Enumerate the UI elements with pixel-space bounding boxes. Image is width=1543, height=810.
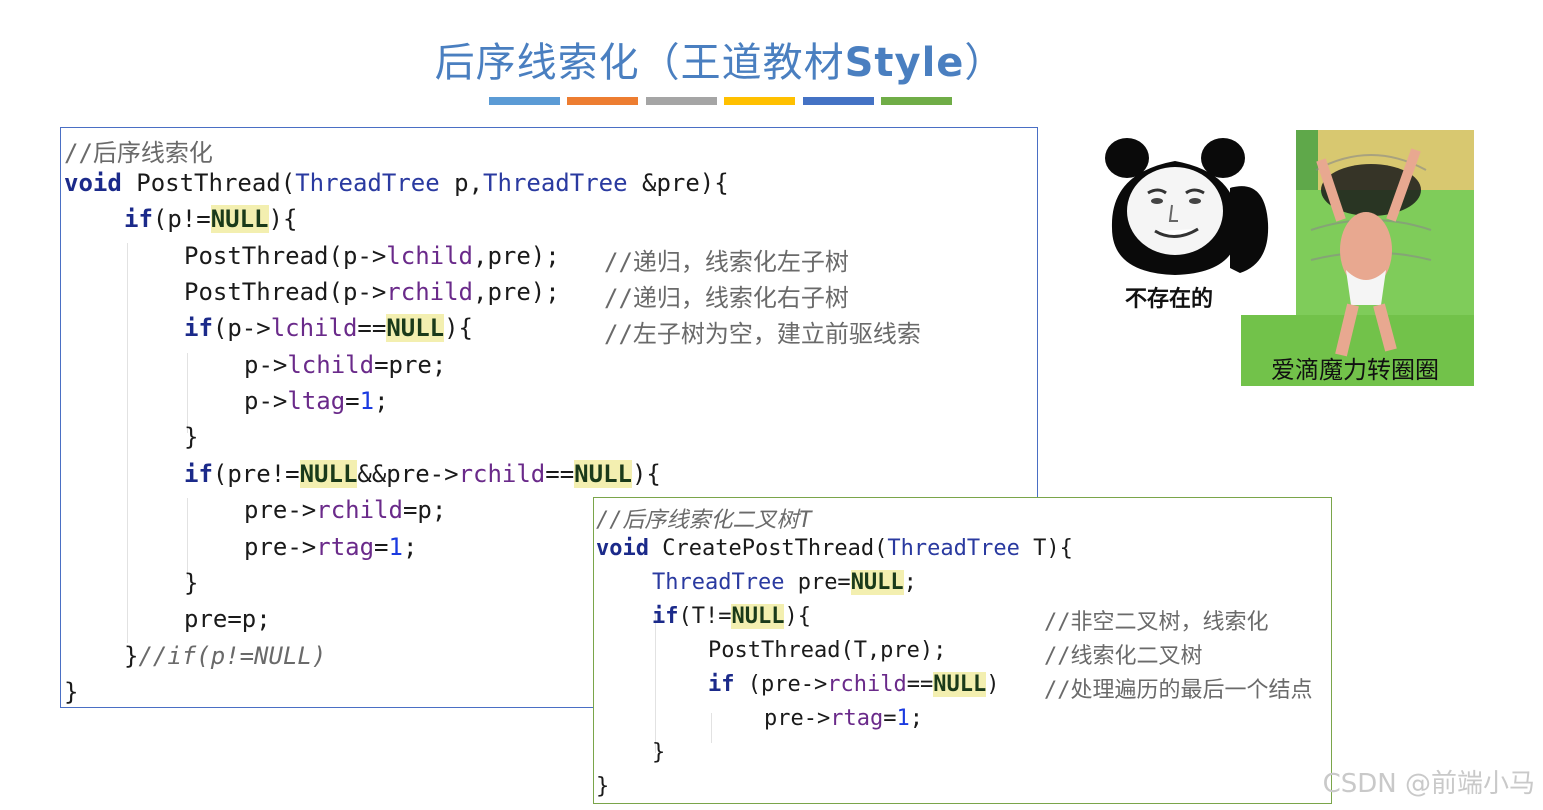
spinning-meme-sticker: 爱滴魔力转圈圈 [1241, 130, 1474, 386]
code-line-12: pre->rtag=1; [244, 533, 418, 561]
code2-line-2: void CreatePostThread(ThreadTree T){ [596, 536, 1073, 561]
code2-line-6: if (pre->rchild==NULL) [708, 672, 1000, 697]
create-post-thread-code-panel: //后序线索化二叉树T void CreatePostThread(Thread… [593, 497, 1332, 804]
code-comment-4: //递归，线索化左子树 [604, 248, 849, 276]
spin-caption: 爱滴魔力转圈圈 [1271, 356, 1439, 384]
code2-line-7: pre->rtag=1; [764, 706, 923, 731]
code2-line-9: } [596, 774, 610, 799]
code2-comment-5: //线索化二叉树 [1044, 644, 1203, 669]
code2-comment-6: //处理遍历的最后一个结点 [1044, 678, 1313, 703]
title-underline-bar-blue [489, 97, 560, 105]
code2-comment-4: //非空二叉树，线索化 [1044, 610, 1269, 635]
indent-guide [127, 243, 128, 643]
code-line-16: } [64, 678, 79, 706]
title-underline-bar-gray [646, 97, 717, 105]
code2-line-4: if(T!=NULL){ [652, 604, 811, 629]
indent-guide [187, 353, 188, 433]
title-underline-bar-darkblue [803, 97, 874, 105]
code-line-6: if(p->lchild==NULL){ [184, 314, 474, 342]
title-style-word: Style [844, 40, 965, 86]
csdn-watermark: CSDN @前端小马 [1322, 769, 1535, 799]
code-line-14: pre=p; [184, 605, 271, 633]
code-line-1: //后序线索化 [64, 139, 213, 167]
code-comment-5: //递归，线索化右子树 [604, 284, 849, 312]
title-text: 后序线索化（王道教材 [434, 40, 845, 86]
code2-line-8: } [652, 740, 666, 765]
indent-guide [187, 498, 188, 578]
title-underline-bar-green [881, 97, 952, 105]
code2-line-1: //后序线索化二叉树T [596, 508, 812, 533]
indent-guide [655, 613, 656, 753]
code-comment-6: //左子树为空，建立前驱线索 [604, 320, 921, 348]
code-line-7: p->lchild=pre; [244, 351, 447, 379]
code2-line-5: PostThread(T,pre); [708, 638, 947, 663]
code-line-10: if(pre!=NULL&&pre->rchild==NULL){ [184, 460, 661, 488]
code-line-9: } [184, 423, 199, 451]
code-line-4: PostThread(p->lchild,pre); [184, 242, 560, 270]
spinning-dancer-icon [1241, 130, 1474, 386]
code2-line-3: ThreadTree pre=NULL; [652, 570, 917, 595]
code-line-3: if(p!=NULL){ [124, 205, 298, 233]
code-line-2: void PostThread(ThreadTree p,ThreadTree … [64, 169, 729, 197]
code-line-5: PostThread(p->rchild,pre); [184, 278, 560, 306]
panda-caption: 不存在的 [1125, 287, 1214, 312]
code-line-11: pre->rchild=p; [244, 496, 447, 524]
indent-guide [711, 713, 712, 743]
title-underline-bar-yellow [724, 97, 795, 105]
code-line-13: } [184, 569, 199, 597]
title-close-paren: ） [964, 40, 1006, 86]
code-line-15: }//if(p!=NULL) [124, 642, 327, 670]
title-underline-bar-orange [567, 97, 638, 105]
code-line-8: p->ltag=1; [244, 387, 389, 415]
slide-title: 后序线索化（王道教材Style） [0, 30, 1440, 88]
